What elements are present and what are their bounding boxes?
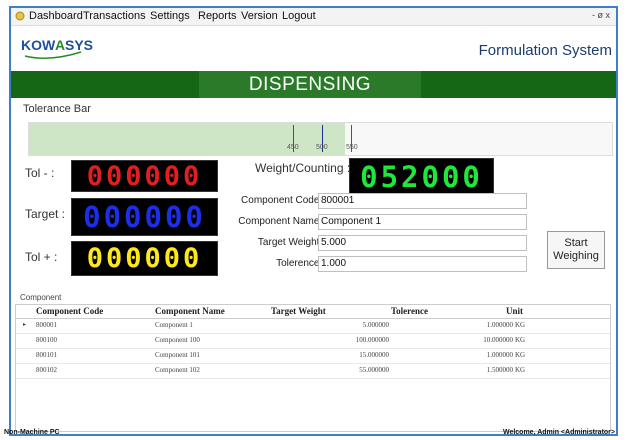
col-tolerence[interactable]: Tolerence	[391, 306, 428, 316]
component-code-field[interactable]: 800001	[318, 193, 527, 209]
cell-tol: 10.000000	[483, 336, 513, 344]
tolerance-low-label: 450	[287, 144, 299, 151]
table-row[interactable]: 800100 Component 100 100.000000 10.00000…	[16, 334, 610, 349]
cell-code: 800101	[36, 351, 57, 359]
target-weight-field[interactable]: 5.000	[318, 235, 527, 251]
system-title: Formulation System	[478, 42, 612, 59]
tol-minus-display: 000000	[71, 160, 218, 192]
menu-bar: Dashboard Transactions Settings Reports …	[11, 8, 616, 26]
app-icon	[15, 11, 25, 21]
menu-transactions[interactable]: Transactions	[83, 10, 146, 22]
cell-name: Component 1	[155, 321, 193, 329]
weight-counting-label: Weight/Counting :	[255, 161, 351, 175]
tolerance-high-label: 550	[346, 144, 358, 151]
tolerence-field[interactable]: 1.000	[318, 256, 527, 272]
menu-reports[interactable]: Reports	[198, 10, 237, 22]
header: KOW A SYS Formulation System	[11, 26, 616, 70]
tolerance-bar-label: Tolerance Bar	[23, 103, 91, 115]
cell-target: 5.000000	[362, 321, 389, 329]
start-weighing-line1: Start	[564, 237, 588, 249]
start-weighing-button[interactable]: Start Weighing	[547, 231, 605, 269]
cell-target: 100.000000	[355, 336, 389, 344]
cell-unit: KG	[515, 336, 526, 344]
table-row[interactable]: 800101 Component 101 15.000000 1.000000 …	[16, 349, 610, 364]
col-component-name[interactable]: Component Name	[155, 306, 225, 316]
dispensing-banner: DISPENSING	[11, 71, 616, 98]
cell-unit: KG	[515, 366, 526, 374]
col-component-code[interactable]: Component Code	[36, 306, 103, 316]
cell-unit: KG	[515, 351, 526, 359]
table-row[interactable]: 800102 Component 102 55.000000 1.500000 …	[16, 364, 610, 379]
component-code-row: Component Code : 800001	[11, 193, 616, 209]
cell-target: 55.000000	[359, 366, 389, 374]
page-title: DISPENSING	[199, 71, 421, 98]
svg-text:SYS: SYS	[65, 37, 93, 53]
menu-settings[interactable]: Settings	[150, 10, 190, 22]
window-controls[interactable]: - ø x	[592, 10, 610, 20]
status-welcome: Welcome, Admin <Administrator>	[502, 429, 615, 436]
component-grid[interactable]: Component Code Component Name Target Wei…	[15, 304, 611, 432]
svg-text:KOW: KOW	[21, 37, 56, 53]
cell-code: 800100	[36, 336, 57, 344]
component-code-label: Component Code :	[241, 195, 325, 206]
component-group-label: Component	[20, 293, 62, 302]
svg-text:A: A	[55, 37, 65, 53]
app-window: Dashboard Transactions Settings Reports …	[9, 6, 618, 436]
cell-code: 800001	[36, 321, 57, 329]
component-name-row: Component Name : Component 1	[11, 214, 616, 230]
target-weight-row: Target Weight : 5.000	[11, 235, 616, 251]
cell-tol: 1.500000	[486, 366, 513, 374]
tolerance-bar: 450 500 550	[28, 122, 613, 156]
status-machine: Non-Machine PC	[4, 429, 60, 436]
tol-minus-label: Tol - :	[25, 166, 55, 180]
tolerance-target-label: 500	[316, 144, 328, 151]
component-name-field[interactable]: Component 1	[318, 214, 527, 230]
status-bar: Non-Machine PC Welcome, Admin <Administr…	[0, 425, 629, 440]
start-weighing-line2: Weighing	[553, 250, 599, 262]
grid-header: Component Code Component Name Target Wei…	[16, 305, 610, 319]
row-selector-icon: ▸	[23, 322, 27, 328]
weight-counting-display: 052000	[349, 158, 494, 196]
cell-name: Component 100	[155, 336, 200, 344]
cell-tol: 1.000000	[486, 321, 513, 329]
tolerence-row: Tolerence : 1.000	[11, 256, 616, 272]
cell-target: 15.000000	[359, 351, 389, 359]
cell-code: 800102	[36, 366, 57, 374]
table-row[interactable]: ▸ 800001 Component 1 5.000000 1.000000 K…	[16, 319, 610, 334]
menu-dashboard[interactable]: Dashboard	[29, 10, 83, 22]
cell-unit: KG	[515, 321, 526, 329]
company-logo: KOW A SYS	[19, 32, 99, 64]
menu-logout[interactable]: Logout	[282, 10, 316, 22]
component-name-label: Component Name :	[238, 216, 325, 227]
col-unit[interactable]: Unit	[506, 306, 523, 316]
col-target-weight[interactable]: Target Weight	[271, 306, 326, 316]
menu-version[interactable]: Version	[241, 10, 278, 22]
cell-name: Component 102	[155, 366, 200, 374]
cell-name: Component 101	[155, 351, 200, 359]
target-weight-label: Target Weight :	[257, 237, 325, 248]
cell-tol: 1.000000	[486, 351, 513, 359]
